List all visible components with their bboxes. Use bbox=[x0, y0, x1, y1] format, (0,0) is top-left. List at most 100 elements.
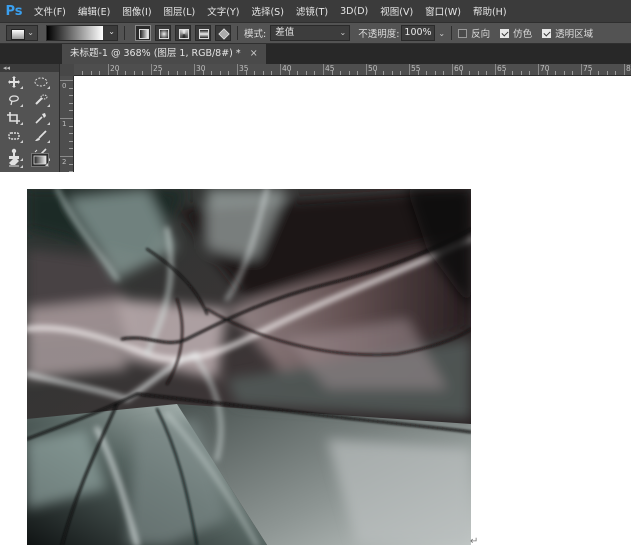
ruler-minor-tick bbox=[434, 71, 436, 75]
mode-value: 差值 bbox=[275, 27, 295, 38]
horizontal-ruler[interactable]: 20 25 30 35 40 45 50 55 60 65 70 75 80 bbox=[74, 64, 631, 76]
ruler-minor-tick bbox=[443, 71, 445, 75]
return-icon: ↵ bbox=[470, 536, 479, 547]
reverse-check-box[interactable] bbox=[458, 28, 468, 38]
menu-layer[interactable]: 图层(L) bbox=[158, 4, 202, 18]
ruler-major-tick bbox=[60, 118, 73, 119]
ruler-minor-tick bbox=[555, 71, 557, 75]
ruler-minor-tick bbox=[69, 140, 73, 142]
quick-selection-icon[interactable] bbox=[32, 93, 50, 107]
ruler-minor-tick bbox=[383, 71, 385, 75]
ruler-minor-tick bbox=[69, 163, 73, 165]
move-tool-icon[interactable] bbox=[5, 75, 23, 89]
ruler-minor-tick bbox=[99, 71, 101, 75]
ruler-label: 45 bbox=[325, 64, 335, 73]
ruler-label: 1 bbox=[62, 120, 67, 128]
mode-select[interactable]: 差值 ⌄ bbox=[270, 25, 351, 41]
toolbox-panel: ◂◂ bbox=[0, 64, 60, 172]
gradient-tool-icon[interactable] bbox=[31, 153, 49, 167]
ruler-label: 30 bbox=[196, 64, 206, 73]
reverse-checkbox[interactable]: 反向 bbox=[458, 26, 490, 40]
ruler-minor-tick bbox=[340, 71, 342, 75]
opacity-field[interactable]: 100% bbox=[401, 25, 436, 41]
opacity-label: 不透明度: bbox=[358, 29, 400, 40]
dither-check-box[interactable] bbox=[500, 28, 510, 38]
ruler-minor-tick bbox=[185, 71, 187, 75]
options-bar: ⌄ ⌄ 模式: 差值 ⌄ 不透明度: 100% ⌄ 反向 仿色 透明区域 bbox=[0, 22, 631, 44]
angle-gradient-button[interactable] bbox=[175, 25, 191, 41]
ruler-minor-tick bbox=[563, 71, 565, 75]
dither-label: 仿色 bbox=[513, 29, 533, 40]
dither-checkbox[interactable]: 仿色 bbox=[500, 26, 532, 40]
transparency-checkbox[interactable]: 透明区域 bbox=[542, 26, 593, 40]
ruler-minor-tick bbox=[245, 71, 247, 75]
ruler-minor-tick bbox=[262, 71, 264, 75]
ruler-minor-tick bbox=[254, 71, 256, 75]
tool-preset-picker[interactable]: ⌄ bbox=[6, 25, 38, 41]
reflected-gradient-button[interactable] bbox=[195, 25, 211, 41]
diamond-gradient-button[interactable] bbox=[215, 25, 231, 41]
ruler-minor-tick bbox=[90, 71, 92, 75]
ruler-major-tick bbox=[108, 64, 109, 75]
menu-view[interactable]: 视图(V) bbox=[374, 4, 419, 18]
vertical-ruler[interactable]: 0 1 2 bbox=[60, 76, 74, 172]
ruler-minor-tick bbox=[69, 110, 73, 112]
ruler-minor-tick bbox=[69, 87, 73, 89]
menu-filter[interactable]: 滤镜(T) bbox=[290, 4, 334, 18]
linear-gradient-button[interactable] bbox=[135, 25, 151, 41]
ruler-minor-tick bbox=[417, 71, 419, 75]
toolbox-collapse-icon[interactable]: ◂◂ bbox=[0, 64, 59, 72]
chevron-down-icon: ⌄ bbox=[108, 27, 115, 36]
ruler-minor-tick bbox=[168, 71, 170, 75]
ruler-minor-tick bbox=[606, 71, 608, 75]
ruler-label: 60 bbox=[454, 64, 464, 73]
menu-type[interactable]: 文字(Y) bbox=[201, 4, 245, 18]
ruler-minor-tick bbox=[512, 71, 514, 75]
lasso-tool-icon[interactable] bbox=[5, 93, 23, 107]
ruler-minor-tick bbox=[297, 71, 299, 75]
menu-edit[interactable]: 编辑(E) bbox=[72, 4, 116, 18]
chevron-down-icon[interactable]: ⌄ bbox=[438, 29, 445, 38]
ruler-minor-tick bbox=[529, 71, 531, 75]
ruler-major-tick bbox=[280, 64, 281, 75]
eraser-tool-icon[interactable] bbox=[5, 154, 23, 168]
ruler-minor-tick bbox=[69, 133, 73, 135]
ruler-minor-tick bbox=[589, 71, 591, 75]
marquee-tool-icon[interactable] bbox=[32, 75, 50, 89]
ruler-minor-tick bbox=[211, 71, 213, 75]
ruler-origin[interactable] bbox=[60, 64, 74, 76]
document-tab[interactable]: 未标题-1 @ 368% (图层 1, RGB/8#) * × bbox=[62, 44, 266, 64]
ruler-minor-tick bbox=[469, 71, 471, 75]
menu-3d[interactable]: 3D(D) bbox=[334, 6, 374, 17]
gradient-picker[interactable]: ⌄ bbox=[46, 25, 118, 41]
radial-gradient-button[interactable] bbox=[155, 25, 171, 41]
menu-file[interactable]: 文件(F) bbox=[28, 4, 72, 18]
menu-help[interactable]: 帮助(H) bbox=[467, 4, 513, 18]
close-icon[interactable]: × bbox=[250, 48, 258, 59]
menu-image[interactable]: 图像(I) bbox=[116, 4, 157, 18]
menu-window[interactable]: 窗口(W) bbox=[419, 4, 467, 18]
brush-tool-icon[interactable] bbox=[32, 129, 50, 143]
ruler-minor-tick bbox=[486, 71, 488, 75]
transparency-check-box[interactable] bbox=[542, 28, 552, 38]
document-tab-title: 未标题-1 @ 368% (图层 1, RGB/8#) * bbox=[70, 48, 241, 59]
abstract-gradient-artwork bbox=[27, 189, 471, 545]
menu-select[interactable]: 选择(S) bbox=[245, 4, 289, 18]
ruler-label: 70 bbox=[540, 64, 550, 73]
mode-label: 模式: bbox=[244, 29, 267, 40]
ruler-minor-tick bbox=[314, 71, 316, 75]
ruler-minor-tick bbox=[598, 71, 600, 75]
spot-healing-icon[interactable] bbox=[5, 129, 23, 143]
transparency-label: 透明区域 bbox=[555, 29, 594, 40]
crop-tool-icon[interactable] bbox=[5, 111, 23, 125]
ruler-major-tick bbox=[151, 64, 152, 75]
ruler-label: 80 bbox=[626, 64, 631, 73]
canvas-image[interactable] bbox=[27, 189, 471, 545]
ruler-major-tick bbox=[60, 80, 73, 81]
ruler-minor-tick bbox=[142, 71, 144, 75]
ruler-minor-tick bbox=[69, 125, 73, 127]
reverse-label: 反向 bbox=[471, 29, 491, 40]
eyedropper-icon[interactable] bbox=[32, 111, 50, 125]
ruler-major-tick bbox=[366, 64, 367, 75]
ruler-minor-tick bbox=[400, 71, 402, 75]
